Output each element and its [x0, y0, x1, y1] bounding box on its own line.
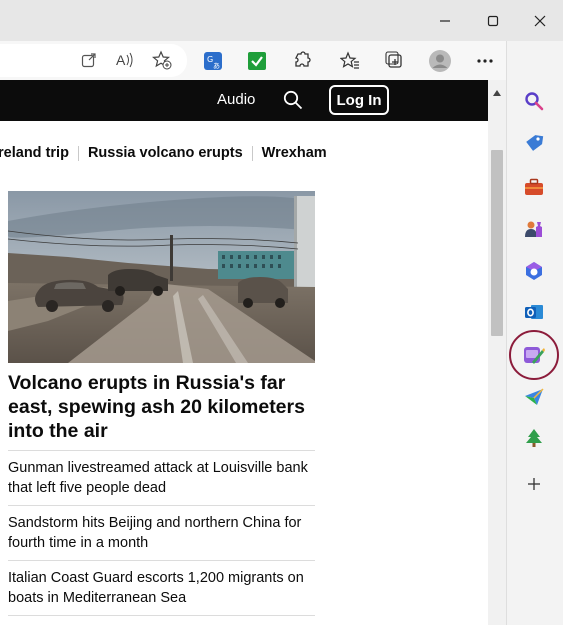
collections-icon[interactable]	[383, 49, 407, 73]
add-favorite-icon[interactable]	[150, 48, 174, 72]
outlook-icon[interactable]	[523, 301, 545, 323]
checkmark-extension-icon[interactable]	[245, 49, 269, 73]
trending-link[interactable]: Wrexham	[262, 145, 327, 161]
profile-icon[interactable]	[428, 49, 452, 73]
trending-link[interactable]: ireland trip	[0, 145, 69, 161]
audio-link[interactable]: Audio	[217, 91, 255, 108]
site-header: Audio Log In	[0, 80, 488, 121]
maximize-button[interactable]	[475, 6, 511, 36]
read-aloud-icon[interactable]: A	[113, 48, 137, 72]
article-headline[interactable]: Volcano erupts in Russia's far east, spe…	[8, 371, 313, 443]
translate-icon[interactable]: Gあ	[201, 49, 225, 73]
scroll-up-arrow-icon[interactable]	[492, 84, 502, 102]
story-link[interactable]: Italian Coast Guard escorts 1,200 migran…	[8, 568, 315, 608]
drop-icon[interactable]	[523, 386, 545, 408]
favorites-icon[interactable]	[338, 49, 362, 73]
tools-briefcase-icon[interactable]	[523, 176, 545, 198]
divider	[8, 615, 315, 616]
svg-text:あ: あ	[213, 62, 220, 70]
maximize-icon	[487, 15, 499, 27]
close-button[interactable]	[522, 6, 558, 36]
browser-window: A Gあ Audio Log In ireland trip Russia vo…	[0, 0, 563, 625]
web-page: Audio Log In ireland trip Russia volcano…	[0, 80, 488, 625]
divider	[8, 560, 315, 561]
trending-bar: ireland trip Russia volcano erupts Wrexh…	[0, 142, 327, 164]
svg-text:A: A	[116, 52, 126, 68]
minimize-button[interactable]	[427, 6, 463, 36]
login-button[interactable]: Log In	[329, 85, 389, 115]
story-link[interactable]: Sandstorm hits Beijing and northern Chin…	[8, 513, 315, 553]
article-hero-image[interactable]	[8, 191, 315, 363]
page-scrollbar[interactable]	[488, 80, 506, 625]
open-in-app-icon[interactable]	[77, 48, 101, 72]
games-icon[interactable]	[523, 218, 545, 240]
address-bar[interactable]: A	[0, 44, 187, 77]
divider	[8, 450, 315, 451]
highlight-ring	[509, 330, 559, 380]
close-icon	[534, 15, 546, 27]
divider	[251, 145, 253, 161]
search-icon[interactable]	[523, 90, 545, 112]
shopping-tag-icon[interactable]	[523, 133, 545, 155]
scroll-thumb[interactable]	[491, 150, 503, 336]
search-icon[interactable]	[283, 90, 303, 115]
story-link[interactable]: Gunman livestreamed attack at Louisville…	[8, 458, 315, 498]
divider	[77, 145, 79, 161]
browser-toolbar: A Gあ	[0, 41, 563, 80]
more-icon[interactable]	[473, 49, 497, 73]
microsoft-365-icon[interactable]	[523, 260, 545, 282]
minimize-icon	[440, 20, 450, 22]
title-bar	[0, 0, 563, 41]
trending-link[interactable]: Russia volcano erupts	[88, 145, 243, 161]
tree-icon[interactable]	[523, 427, 545, 449]
divider	[8, 505, 315, 506]
extensions-icon[interactable]	[289, 49, 313, 73]
add-icon[interactable]	[523, 473, 545, 495]
